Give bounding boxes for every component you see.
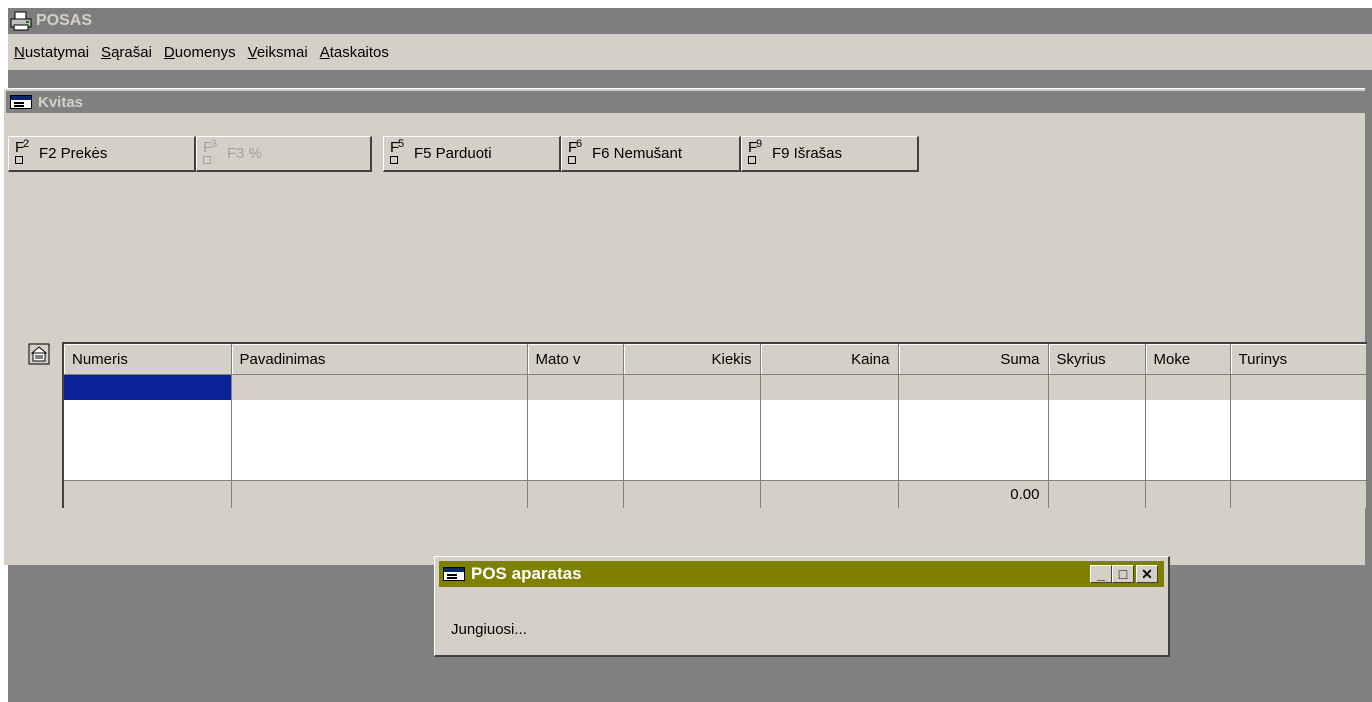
window-icon: [10, 95, 32, 109]
menu-duomenys[interactable]: Duomenys: [158, 44, 242, 61]
menu-veiksmai[interactable]: Veiksmai: [242, 44, 314, 61]
dialog-title: POS aparatas: [471, 564, 582, 583]
col-kaina[interactable]: Kaina: [760, 343, 899, 375]
grid-cell[interactable]: [1048, 374, 1146, 400]
totals-row: 0.00: [63, 480, 1367, 508]
grid-cell[interactable]: [1230, 374, 1367, 400]
kvitas-window: Kvitas F2 F2 Prekės F3 F3 % F5 F5 Parduo…: [3, 88, 1367, 565]
items-grid: Numeris Pavadinimas Mato v Kiekis Kaina …: [62, 342, 1367, 508]
grid-cell[interactable]: [231, 374, 528, 400]
f6-nemusant-button[interactable]: F6 F6 Nemušant: [561, 136, 741, 172]
minimize-button[interactable]: _: [1090, 565, 1112, 583]
function-key-icon: F3: [203, 138, 223, 168]
grid-cell[interactable]: [623, 374, 761, 400]
f3-percent-button[interactable]: F3 F3 %: [196, 136, 372, 172]
f5-parduoti-label: F5 Parduoti: [414, 145, 492, 162]
menu-bar: Nustatymai Sąrašai Duomenys Veiksmai Ata…: [8, 34, 1372, 71]
grid-cell[interactable]: [760, 374, 899, 400]
function-key-icon: F2: [15, 138, 35, 168]
close-button[interactable]: ✕: [1136, 565, 1158, 583]
col-mato-v[interactable]: Mato v: [527, 343, 624, 375]
grid-cell[interactable]: [1145, 374, 1231, 400]
col-pavadinimas[interactable]: Pavadinimas: [231, 343, 528, 375]
menu-ataskaitos[interactable]: Ataskaitos: [314, 44, 395, 61]
f9-israsas-label: F9 Išrašas: [772, 145, 843, 162]
grid-corner-icon[interactable]: [28, 343, 50, 365]
menu-sarasai[interactable]: Sąrašai: [95, 44, 158, 61]
f6-nemusant-label: F6 Nemušant: [592, 145, 683, 162]
f2-prekes-button[interactable]: F2 F2 Prekės: [8, 136, 196, 172]
f9-israsas-button[interactable]: F9 F9 Išrašas: [741, 136, 919, 172]
kvitas-title-bar[interactable]: Kvitas: [6, 91, 1365, 113]
col-suma[interactable]: Suma: [898, 343, 1049, 375]
printer-icon: [10, 11, 32, 31]
selected-cell[interactable]: [63, 374, 232, 400]
col-moke[interactable]: Moke: [1145, 343, 1231, 375]
col-numeris[interactable]: Numeris: [63, 343, 232, 375]
function-key-icon: F9: [748, 138, 768, 168]
f5-parduoti-button[interactable]: F5 F5 Parduoti: [383, 136, 561, 172]
col-skyrius[interactable]: Skyrius: [1048, 343, 1146, 375]
total-suma: 0.00: [898, 480, 1049, 508]
col-turinys[interactable]: Turinys: [1230, 343, 1367, 375]
menu-nustatymai[interactable]: Nustatymai: [8, 44, 95, 61]
app-title-bar[interactable]: POSAS: [8, 8, 1372, 34]
function-key-icon: F5: [390, 138, 410, 168]
function-key-icon: F6: [568, 138, 588, 168]
col-kiekis[interactable]: Kiekis: [623, 343, 761, 375]
pos-aparatas-dialog: POS aparatas _ □ ✕ Jungiuosi...: [434, 556, 1170, 657]
dialog-title-bar[interactable]: POS aparatas: [439, 561, 1164, 587]
kvitas-title: Kvitas: [38, 93, 84, 111]
f3-percent-label: F3 %: [227, 145, 263, 162]
table-row[interactable]: [63, 374, 1367, 400]
grid-cell[interactable]: [527, 374, 624, 400]
f2-prekes-label: F2 Prekės: [39, 145, 108, 162]
table-row-empty[interactable]: [63, 400, 1367, 481]
window-icon: [443, 567, 465, 581]
app-title: POSAS: [36, 12, 93, 29]
grid-header-row: Numeris Pavadinimas Mato v Kiekis Kaina …: [63, 343, 1367, 375]
grid-cell[interactable]: [898, 374, 1049, 400]
maximize-button[interactable]: □: [1112, 565, 1134, 583]
dialog-message: Jungiuosi...: [451, 621, 527, 638]
